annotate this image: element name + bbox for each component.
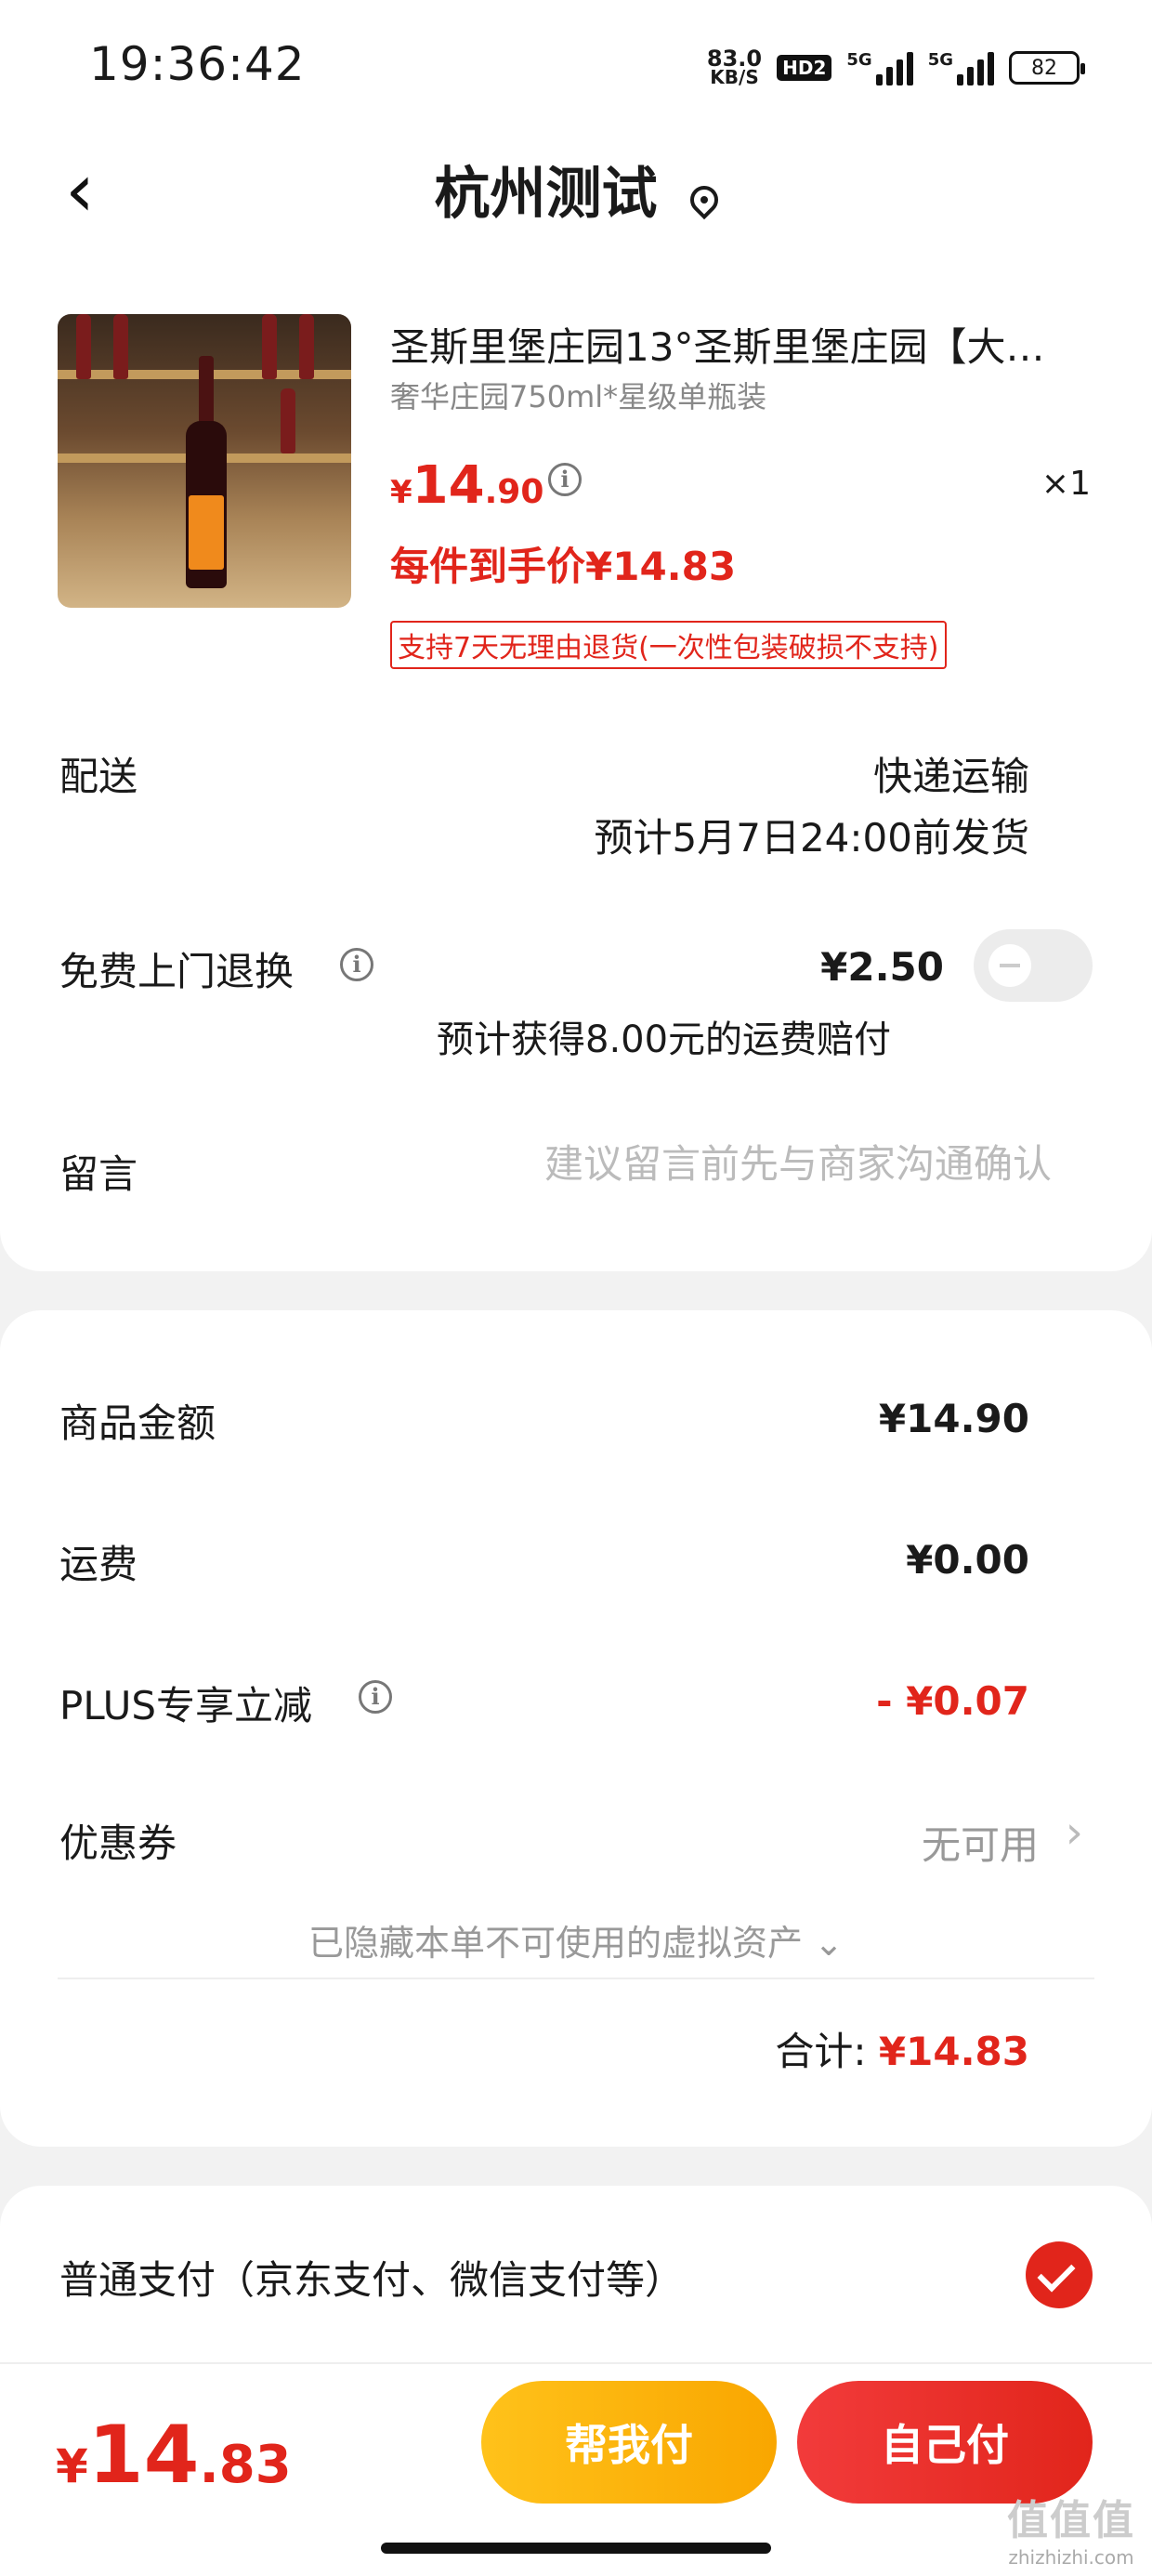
plus-discount-value: - ¥0.07 <box>876 1678 1029 1724</box>
chevron-right-icon[interactable]: › <box>1066 1807 1083 1859</box>
status-icons: 83.0 KB/S HD2 5G 5G 82 <box>706 45 1085 91</box>
total-label: 合计: <box>775 2029 867 2074</box>
checkout-currency: ¥ <box>56 2439 88 2493</box>
free-return-compensation: 预计获得8.00元的运费赔付 <box>437 1019 892 1061</box>
wine-bottle-icon <box>186 356 227 588</box>
coupon-label[interactable]: 优惠券 <box>59 1812 177 1869</box>
bottle-decor <box>113 314 128 379</box>
price-integer: 14 <box>412 455 485 516</box>
signal-tag: 5G <box>846 50 872 70</box>
hidden-assets-toggle[interactable]: 已隐藏本单不可使用的虚拟资产 ⌄ <box>0 1914 1152 1965</box>
watermark-url: zhizhizhi.com <box>1008 2546 1134 2569</box>
product-quantity: ×1 <box>1041 465 1091 503</box>
checkmark-icon[interactable] <box>1026 2241 1093 2308</box>
order-total: 合计: ¥14.83 <box>775 2020 1029 2077</box>
network-speed-value: 83.0 <box>706 46 763 72</box>
pay-myself-button[interactable]: 自己付 <box>797 2381 1093 2504</box>
signal-5g-secondary-icon: 5G <box>928 50 994 85</box>
product-name[interactable]: 圣斯里堡庄园13°圣斯里堡庄园【大… <box>390 316 1096 373</box>
watermark: 值值值 zhizhizhi.com <box>1007 2487 1135 2569</box>
free-return-toggle[interactable] <box>974 929 1093 1002</box>
message-input[interactable] <box>457 1141 1052 1187</box>
plus-info-icon[interactable]: i <box>359 1680 392 1714</box>
free-return-price: ¥2.50 <box>820 944 944 990</box>
product-price: ¥14.90 <box>390 455 543 516</box>
total-value: ¥14.83 <box>878 2029 1029 2074</box>
price-summary-card: 商品金额 ¥14.90 运费 ¥0.00 PLUS专享立减 i - ¥0.07 … <box>0 1310 1152 2147</box>
help-me-pay-button[interactable]: 帮我付 <box>481 2381 777 2504</box>
divider <box>58 1978 1094 1979</box>
signal-tag-secondary: 5G <box>927 50 953 70</box>
goods-amount-label: 商品金额 <box>59 1400 216 1446</box>
product-spec[interactable]: 奢华庄园750ml*星级单瓶装 <box>390 374 766 416</box>
toggle-knob <box>988 944 1031 987</box>
payment-option-label[interactable]: 普通支付（京东支付、微信支付等） <box>59 2249 684 2306</box>
checkout-total-integer: 14 <box>87 2409 200 2502</box>
bottle-decor <box>76 314 91 379</box>
free-return-info-icon[interactable]: i <box>340 948 373 981</box>
shipping-label: 运费 <box>59 1542 138 1587</box>
home-indicator[interactable] <box>381 2543 771 2554</box>
network-speed: 83.0 KB/S <box>706 46 763 88</box>
price-info-icon[interactable]: i <box>548 463 582 496</box>
delivery-label: 配送 <box>59 754 138 799</box>
checkout-total: ¥14.83 <box>56 2409 292 2502</box>
signal-5g-icon: 5G <box>846 50 913 85</box>
bottle-decor <box>262 314 277 379</box>
shipping-value: ¥0.00 <box>906 1537 1029 1583</box>
watermark-logo: 值值值 <box>1007 2497 1135 2544</box>
bottle-decor <box>281 388 295 453</box>
price-decimal: .90 <box>484 473 544 511</box>
title-wrap: 杭州测试 <box>0 149 1152 230</box>
free-return-label: 免费上门退换 <box>59 949 295 994</box>
network-speed-unit: KB/S <box>710 66 759 88</box>
bottle-decor <box>299 314 314 379</box>
system-nav-area: 值值值 zhizhizhi.com <box>0 2497 1152 2576</box>
payment-card: 普通支付（京东支付、微信支付等） <box>0 2186 1152 2372</box>
hd-icon: HD2 <box>777 55 832 81</box>
message-label: 留言 <box>59 1151 138 1197</box>
per-item-price: 每件到手价¥14.83 <box>390 544 737 589</box>
checkout-total-decimal: .83 <box>199 2435 292 2495</box>
status-bar: 19:36:42 83.0 KB/S HD2 5G 5G 82 <box>0 0 1152 130</box>
status-time: 19:36:42 <box>89 37 306 91</box>
price-currency: ¥ <box>390 474 412 511</box>
coupon-value[interactable]: 无可用 <box>922 1814 1039 1871</box>
order-card: 圣斯里堡庄园13°圣斯里堡庄园【大… 奢华庄园750ml*星级单瓶装 ¥14.9… <box>0 269 1152 1271</box>
battery-icon: 82 <box>1009 51 1085 85</box>
goods-amount-value: ¥14.90 <box>878 1396 1029 1441</box>
checkout-bar: ¥14.83 帮我付 自己付 <box>0 2362 1152 2520</box>
page-title[interactable]: 杭州测试 <box>434 162 657 227</box>
product-image[interactable] <box>58 314 351 608</box>
location-pin-icon[interactable] <box>684 179 724 219</box>
delivery-method[interactable]: 快递运输 <box>873 745 1029 802</box>
delivery-eta: 预计5月7日24:00前发货 <box>594 815 1029 861</box>
battery-level: 82 <box>1031 56 1057 80</box>
plus-discount-label: PLUS专享立减 <box>59 1683 313 1728</box>
return-policy-badge: 支持7天无理由退货(一次性包装破损不支持) <box>390 621 947 669</box>
page-header: ‹ 杭州测试 <box>0 130 1152 269</box>
